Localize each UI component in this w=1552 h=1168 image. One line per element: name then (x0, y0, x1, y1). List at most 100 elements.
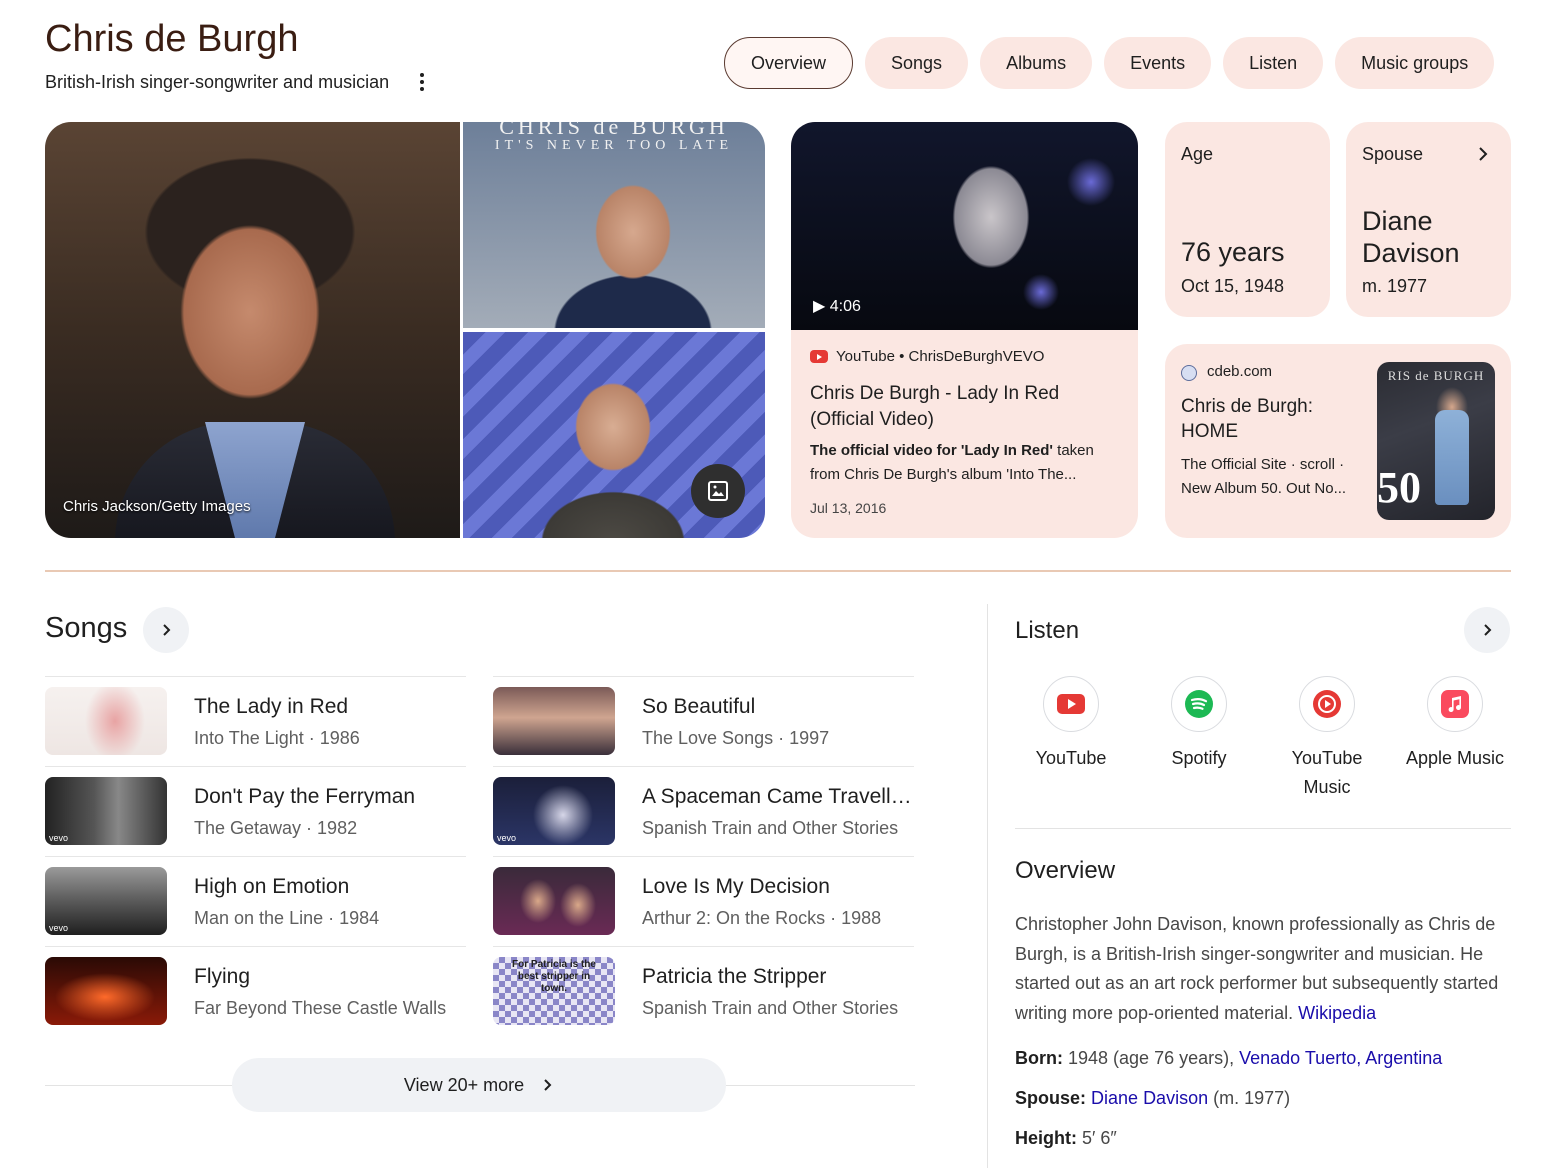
song-row[interactable]: vevo A Spaceman Came Travelling Spanish … (493, 766, 914, 856)
song-title: The Lady in Red (194, 695, 349, 718)
column-divider (987, 604, 988, 1168)
song-subtitle: Spanish Train and Other Stories (642, 998, 899, 1018)
page-title: Chris de Burgh (45, 18, 299, 60)
song-subtitle: Spanish Train and Other Stories (642, 818, 899, 838)
song-row[interactable]: Flying Far Beyond These Castle Walls (45, 946, 466, 1036)
video-snippet-bold: The official video for 'Lady In Red' (810, 442, 1053, 459)
listen-apple-music[interactable]: Apple Music (1391, 676, 1519, 773)
album-cover-subtitle: IT'S NEVER TOO LATE (494, 138, 734, 153)
more-images-button[interactable] (691, 464, 745, 518)
spotify-icon (1171, 676, 1227, 732)
song-subtitle: The Getaway · 1982 (194, 818, 358, 838)
song-title: Flying (194, 965, 251, 988)
song-thumbnail: vevo (45, 867, 167, 935)
album-cover-image[interactable]: CHRIS de BURGH IT'S NEVER TOO LATE (463, 122, 765, 328)
fact-born-label: Born: (1015, 1048, 1063, 1068)
chevron-right-icon (1484, 624, 1492, 636)
concert-image[interactable] (463, 332, 765, 538)
image-icon (708, 481, 728, 501)
song-title: So Beautiful (642, 695, 756, 718)
spouse-link[interactable]: Diane Davison (1091, 1088, 1208, 1108)
song-row[interactable]: So Beautiful The Love Songs · 1997 (493, 676, 914, 766)
main-portrait-image[interactable]: Chris Jackson/Getty Images (45, 122, 460, 538)
tab-overview[interactable]: Overview (724, 37, 854, 89)
song-row[interactable]: Love Is My Decision Arthur 2: On the Roc… (493, 856, 914, 946)
website-snippet: The Official Site · scroll · New Album 5… (1181, 456, 1347, 497)
overview-description: Christopher John Davison, known professi… (1015, 910, 1511, 1028)
fact-born: Born: 1948 (age 76 years), Venado Tuerto… (1015, 1048, 1442, 1069)
song-subtitle: Arthur 2: On the Rocks · 1988 (642, 908, 882, 928)
listen-spotify[interactable]: Spotify (1135, 676, 1263, 773)
listen-more-button[interactable] (1464, 607, 1510, 653)
website-card[interactable]: cdeb.com Chris de Burgh: HOME The Offici… (1165, 344, 1511, 538)
song-title: Don't Pay the Ferryman (194, 785, 416, 808)
song-subtitle: Man on the Line · 1984 (194, 908, 380, 928)
song-thumbnail: vevo (45, 777, 167, 845)
listen-divider (1015, 828, 1511, 829)
song-row[interactable]: For Patricia is the best stripper in tow… (493, 946, 914, 1036)
video-card[interactable]: ▶ 4:06 YouTube • ChrisDeBurghVEVO Chris … (791, 122, 1138, 538)
age-card: Age 76 years Oct 15, 1948 (1165, 122, 1330, 317)
listen-youtube-music[interactable]: YouTube Music (1263, 676, 1391, 802)
spouse-label: Spouse (1362, 144, 1424, 164)
song-title: A Spaceman Came Travelling (642, 785, 914, 808)
website-domain: cdeb.com (1207, 363, 1273, 380)
fact-height-label: Height: (1015, 1128, 1077, 1148)
listen-apple-music-label: Apple Music (1405, 748, 1505, 768)
globe-icon (1181, 365, 1197, 381)
tab-albums[interactable]: Albums (980, 37, 1093, 89)
video-duration: ▶ 4:06 (813, 298, 861, 315)
tab-songs[interactable]: Songs (865, 37, 969, 89)
more-options-icon[interactable] (414, 70, 430, 94)
songs-more-button[interactable] (143, 607, 189, 653)
view-more-songs-button[interactable]: View 20+ more (232, 1058, 726, 1112)
spouse-married: m. 1977 (1362, 276, 1428, 296)
song-thumbnail (45, 957, 167, 1025)
song-title: High on Emotion (194, 875, 350, 898)
image-mosaic: Chris Jackson/Getty Images CHRIS de BURG… (45, 122, 765, 538)
video-thumbnail[interactable]: ▶ 4:06 (791, 122, 1138, 330)
chevron-right-icon (163, 624, 171, 636)
youtube-music-icon (1299, 676, 1355, 732)
fact-spouse-value: (m. 1977) (1208, 1088, 1291, 1108)
website-thumbnail-number: 50 (1377, 463, 1421, 512)
song-subtitle: The Love Songs · 1997 (642, 728, 830, 748)
listen-heading: Listen (1015, 617, 1080, 644)
spouse-card[interactable]: Spouse Diane Davison m. 1977 (1346, 122, 1511, 317)
age-birthdate: Oct 15, 1948 (1181, 276, 1285, 296)
youtube-icon (810, 350, 828, 363)
listen-youtube[interactable]: YouTube (1007, 676, 1135, 773)
chevron-right-icon (1479, 147, 1488, 161)
fact-height: Height: 5′ 6″ (1015, 1128, 1117, 1149)
tab-events[interactable]: Events (1104, 37, 1212, 89)
fact-height-value: 5′ 6″ (1077, 1128, 1117, 1148)
website-thumbnail[interactable]: RIS de BURGH 50 (1377, 362, 1495, 520)
tab-music-groups[interactable]: Music groups (1335, 37, 1495, 89)
overview-heading: Overview (1015, 857, 1116, 884)
website-title[interactable]: Chris de Burgh: HOME (1181, 394, 1371, 444)
spouse-name-last: Davison (1362, 238, 1460, 268)
listen-youtube-label: YouTube (1035, 748, 1107, 768)
tab-listen[interactable]: Listen (1223, 37, 1324, 89)
page-subtitle: British-Irish singer-songwriter and musi… (45, 72, 390, 92)
song-row[interactable]: The Lady in Red Into The Light · 1986 (45, 676, 466, 766)
video-date: Jul 13, 2016 (810, 500, 887, 516)
birthplace-link[interactable]: Venado Tuerto, Argentina (1239, 1048, 1442, 1068)
patricia-thumb-text: For Patricia is the best stripper in tow… (512, 959, 596, 994)
section-divider (45, 570, 1511, 572)
song-row[interactable]: vevo High on Emotion Man on the Line · 1… (45, 856, 466, 946)
video-title[interactable]: Chris De Burgh - Lady In Red (Official V… (810, 381, 1120, 433)
chevron-right-icon (544, 1079, 552, 1091)
song-thumbnail: vevo (493, 777, 615, 845)
songs-heading: Songs (45, 612, 128, 644)
song-subtitle: Far Beyond These Castle Walls (194, 998, 447, 1018)
vevo-logo: vevo (49, 833, 69, 843)
wikipedia-link[interactable]: Wikipedia (1298, 1003, 1376, 1023)
song-subtitle: Into The Light · 1986 (194, 728, 360, 748)
fact-born-value: 1948 (age 76 years), (1063, 1048, 1240, 1068)
apple-music-icon (1427, 676, 1483, 732)
website-thumbnail-title: RIS de BURGH (1387, 368, 1485, 383)
age-label: Age (1181, 144, 1214, 164)
youtube-icon (1043, 676, 1099, 732)
song-row[interactable]: vevo Don't Pay the Ferryman The Getaway … (45, 766, 466, 856)
